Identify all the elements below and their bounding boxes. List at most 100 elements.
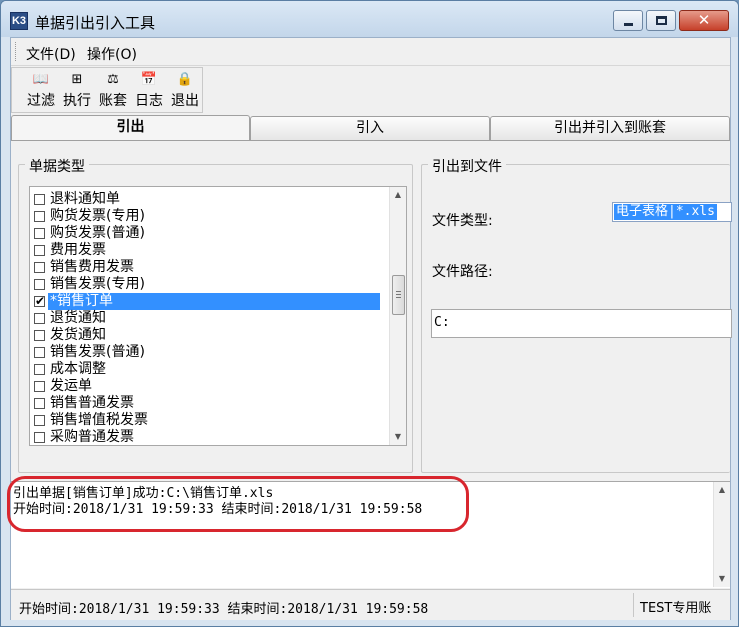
- toolbar: 📖 过滤 ⊞ 执行 ⚖ 账套 📅 日志 🔒 退出: [11, 67, 203, 113]
- menu-file[interactable]: 文件(D): [26, 44, 76, 64]
- list-item[interactable]: 退货通知: [30, 310, 390, 327]
- app-window: K3 单据引出引入工具 ✕ 文件(D) 操作(O) 📖 过滤 ⊞ 执行 ⚖ 账套: [0, 0, 739, 627]
- checkbox[interactable]: ✔: [34, 294, 46, 308]
- execute-button[interactable]: ⊞ 执行: [60, 71, 94, 111]
- exit-button[interactable]: 🔒 退出: [168, 71, 202, 111]
- list-item-label: 销售普通发票: [50, 395, 134, 411]
- log-lines: 引出单据[销售订单]成功:C:\销售订单.xls 开始时间:2018/1/31 …: [7, 476, 469, 532]
- highlight-annotation: [7, 476, 469, 532]
- doc-type-group: 单据类型 退料通知单 购货发票(专用) 购货发票(普通) 费用发票 销售费用发票 销售发票…: [18, 156, 413, 473]
- list-item-label: 销售发票(普通): [50, 344, 145, 360]
- export-tab-panel: 单据类型 退料通知单 购货发票(专用) 购货发票(普通) 费用发票 销售费用发票 销售发票…: [11, 140, 732, 478]
- list-item[interactable]: 销售发票(普通): [30, 344, 390, 361]
- list-item-label: 退料通知单: [50, 191, 120, 207]
- exit-icon: 🔒: [176, 72, 194, 87]
- check-icon: ✔: [35, 294, 46, 308]
- status-bar: 开始时间:2018/1/31 19:59:33 结束时间:2018/1/31 1…: [11, 589, 730, 620]
- calendar-icon: 📅: [140, 72, 158, 87]
- list-item[interactable]: 销售普通发票: [30, 395, 390, 412]
- doc-type-list[interactable]: 退料通知单 购货发票(专用) 购货发票(普通) 费用发票 销售费用发票 销售发票(专用) ✔…: [29, 186, 407, 446]
- close-button[interactable]: ✕: [679, 10, 729, 31]
- client-area: 文件(D) 操作(O) 📖 过滤 ⊞ 执行 ⚖ 账套 📅 日志 🔒 退出 引出 …: [7, 37, 732, 620]
- list-item[interactable]: 销售发票(专用): [30, 276, 390, 293]
- checkbox[interactable]: [34, 211, 45, 222]
- log-scroll-up-icon[interactable]: ▲: [714, 482, 730, 498]
- maximize-icon: [656, 16, 667, 25]
- minimize-button[interactable]: [613, 10, 643, 31]
- tab-strip: 引出 引入 引出并引入到账套: [11, 115, 730, 141]
- log-output[interactable]: 引出单据[销售订单]成功:C:\销售订单.xls 开始时间:2018/1/31 …: [7, 476, 730, 588]
- file-type-select[interactable]: 电子表格|*.xls: [612, 202, 732, 222]
- checkbox[interactable]: [34, 245, 45, 256]
- list-item[interactable]: 成本调整: [30, 361, 390, 378]
- scroll-thumb[interactable]: [392, 275, 405, 315]
- tab-import[interactable]: 引入: [250, 116, 490, 140]
- list-item[interactable]: 发运单: [30, 378, 390, 395]
- menu-grip: [15, 42, 18, 61]
- account-set-button[interactable]: ⚖ 账套: [96, 71, 130, 111]
- doc-type-items: 退料通知单 购货发票(专用) 购货发票(普通) 费用发票 销售费用发票 销售发票(专用) ✔…: [30, 191, 390, 445]
- checkbox[interactable]: [34, 347, 45, 358]
- list-item-label: 发运单: [50, 378, 92, 394]
- doc-type-legend: 单据类型: [25, 156, 89, 176]
- title-bar[interactable]: K3 单据引出引入工具 ✕: [1, 1, 738, 37]
- tab-export[interactable]: 引出: [11, 115, 250, 141]
- list-item-label: 销售增值税发票: [50, 412, 148, 428]
- log-scroll-down-icon[interactable]: ▼: [714, 571, 730, 587]
- file-path-label: 文件路径:: [432, 264, 493, 280]
- scroll-up-icon[interactable]: ▲: [390, 187, 406, 203]
- list-item[interactable]: 销售费用发票: [30, 259, 390, 276]
- checkbox[interactable]: [34, 415, 45, 426]
- list-item-label: 发货通知: [50, 327, 106, 343]
- window-title: 单据引出引入工具: [35, 14, 156, 32]
- checkbox[interactable]: [34, 279, 45, 290]
- list-item[interactable]: 销售增值税发票: [30, 412, 390, 429]
- execute-label: 执行: [63, 93, 91, 109]
- filter-button[interactable]: 📖 过滤: [24, 71, 58, 111]
- book-icon: 📖: [32, 72, 50, 87]
- export-to-file-legend: 引出到文件: [428, 156, 506, 176]
- menu-bar: 文件(D) 操作(O): [11, 38, 730, 66]
- checkbox[interactable]: [34, 364, 45, 375]
- list-item[interactable]: 发货通知: [30, 327, 390, 344]
- account-set-label: 账套: [99, 93, 127, 109]
- checkbox[interactable]: [34, 262, 45, 273]
- list-item[interactable]: 购货发票(专用): [30, 208, 390, 225]
- log-button[interactable]: 📅 日志: [132, 71, 166, 111]
- list-item[interactable]: 费用发票: [30, 242, 390, 259]
- checkbox[interactable]: [34, 194, 45, 205]
- minimize-icon: [624, 23, 633, 26]
- list-item-label: 费用发票: [50, 242, 106, 258]
- list-item[interactable]: 购货发票(普通): [30, 225, 390, 242]
- list-item[interactable]: 采购普通发票: [30, 429, 390, 445]
- app-logo-icon: K3: [10, 12, 28, 30]
- ledger-icon: ⚖: [107, 72, 119, 87]
- checkbox[interactable]: [34, 228, 45, 239]
- checkbox[interactable]: [34, 432, 45, 443]
- file-type-value: 电子表格|*.xls: [614, 204, 717, 220]
- doc-list-scrollbar[interactable]: ▲ ▼: [389, 187, 406, 445]
- export-to-file-group: 引出到文件 文件类型: 电子表格|*.xls 文件路径: C:: [421, 156, 732, 473]
- list-item-label: 购货发票(普通): [50, 225, 145, 241]
- log-label: 日志: [135, 93, 163, 109]
- status-time: 开始时间:2018/1/31 19:59:33 结束时间:2018/1/31 1…: [19, 602, 429, 617]
- scroll-down-icon[interactable]: ▼: [390, 429, 406, 445]
- checkbox[interactable]: [34, 330, 45, 341]
- log-scrollbar[interactable]: ▲ ▼: [713, 482, 730, 587]
- checkbox[interactable]: [34, 381, 45, 392]
- checkbox[interactable]: [34, 398, 45, 409]
- filter-label: 过滤: [27, 93, 55, 109]
- menu-operation[interactable]: 操作(O): [87, 44, 137, 64]
- list-item-label: *销售订单: [48, 293, 380, 310]
- list-item-label: 退货通知: [50, 310, 106, 326]
- checkbox[interactable]: [34, 313, 45, 324]
- list-item[interactable]: 退料通知单: [30, 191, 390, 208]
- grid-icon: ⊞: [71, 72, 83, 87]
- list-item[interactable]: ✔ *销售订单: [30, 293, 390, 310]
- tab-export-and-import[interactable]: 引出并引入到账套: [490, 116, 730, 140]
- file-type-label: 文件类型:: [432, 213, 493, 229]
- file-path-input[interactable]: C:: [431, 309, 732, 338]
- maximize-button[interactable]: [646, 10, 676, 31]
- status-account: TEST专用账: [633, 593, 728, 617]
- list-item-label: 采购普通发票: [50, 429, 134, 445]
